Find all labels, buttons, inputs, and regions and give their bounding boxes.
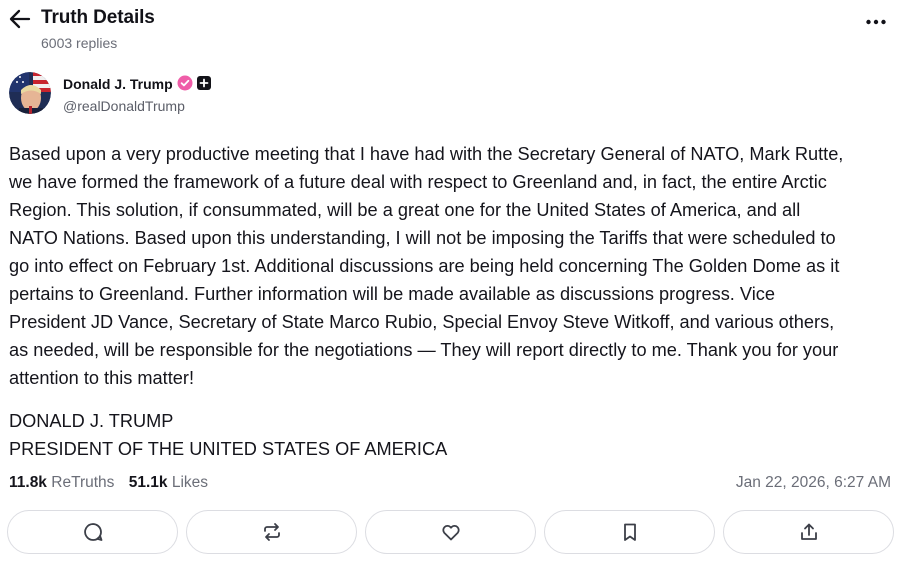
bookmark-icon xyxy=(623,523,636,541)
post-author: Donald J. Trump @realDonaldTrump xyxy=(9,72,409,116)
likes-label: Likes xyxy=(171,474,209,491)
author-handle[interactable]: @realDonaldTrump xyxy=(63,98,185,114)
retruths-stat[interactable]: 11.8k ReTruths xyxy=(9,474,114,491)
post-timestamp: Jan 22, 2026, 6:27 AM xyxy=(735,474,891,491)
share-button[interactable] xyxy=(723,510,894,554)
like-button[interactable] xyxy=(365,510,536,554)
retruths-count: 11.8k xyxy=(9,474,47,491)
retruths-label: ReTruths xyxy=(51,474,115,491)
retruth-icon xyxy=(263,523,280,541)
plus-badge-icon xyxy=(197,76,211,90)
signature-title: PRESIDENT OF THE UNITED STATES OF AMERIC… xyxy=(9,439,448,459)
replies-count: 6003 replies xyxy=(41,35,118,51)
retruth-button[interactable] xyxy=(186,510,357,554)
page-header: Truth Details 6003 replies xyxy=(0,0,899,58)
likes-stat[interactable]: 51.1k Likes xyxy=(129,474,208,491)
more-options-button[interactable] xyxy=(865,12,887,32)
reply-button[interactable] xyxy=(7,510,178,554)
post-body: Based upon a very productive meeting tha… xyxy=(9,144,844,388)
author-name[interactable]: Donald J. Trump xyxy=(63,76,173,92)
back-button[interactable] xyxy=(8,8,34,30)
verified-badge-icon xyxy=(177,75,193,91)
signature-name: DONALD J. TRUMP xyxy=(9,411,174,431)
post-action-bar xyxy=(7,510,894,554)
post-stats: 11.8k ReTruths 51.1k Likes xyxy=(9,474,218,492)
arrow-left-icon xyxy=(9,9,31,29)
bookmark-button[interactable] xyxy=(544,510,715,554)
share-icon xyxy=(800,523,817,540)
likes-count: 51.1k xyxy=(128,474,168,491)
post-signature: DONALD J. TRUMP PRESIDENT OF THE UNITED … xyxy=(9,407,889,463)
heart-icon xyxy=(441,525,460,541)
comment-icon xyxy=(83,523,102,541)
page-title: Truth Details xyxy=(41,7,155,28)
dots-horizontal-icon xyxy=(866,19,886,25)
avatar[interactable] xyxy=(9,72,51,114)
